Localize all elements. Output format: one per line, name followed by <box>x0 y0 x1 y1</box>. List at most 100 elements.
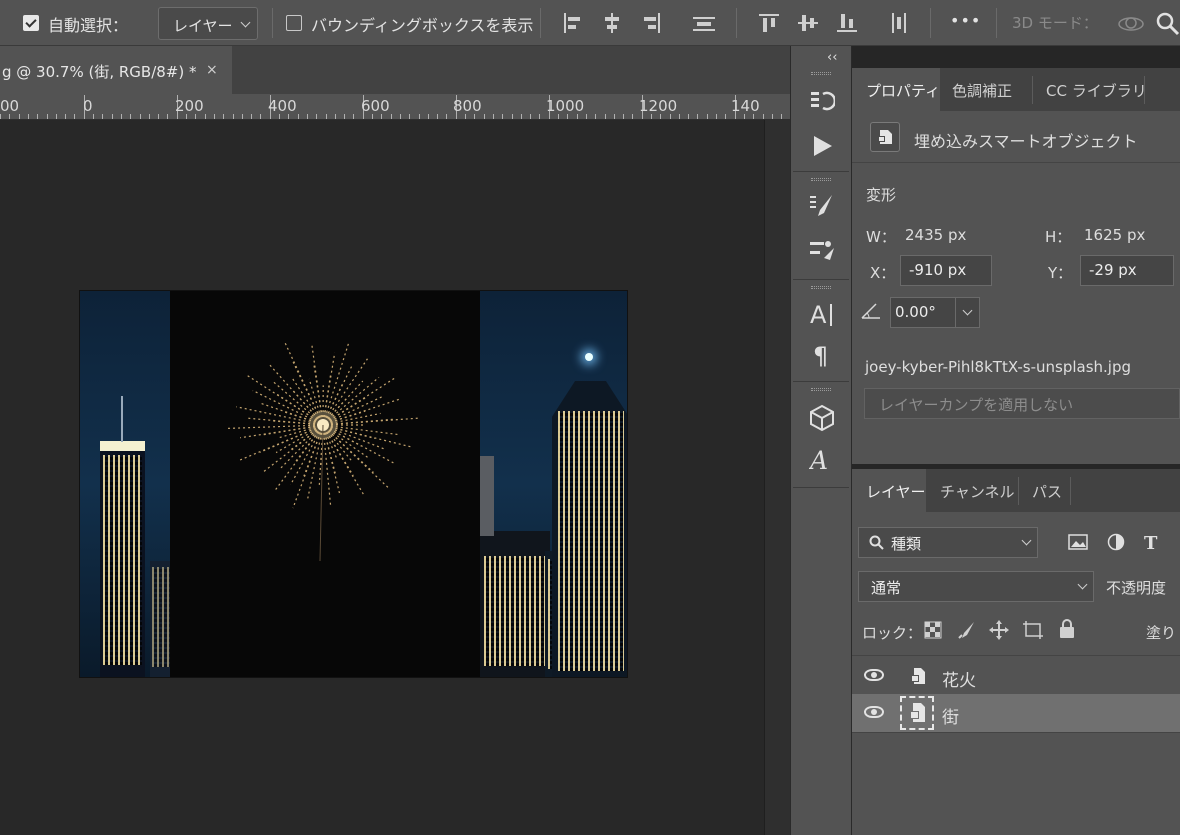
align-top-icon[interactable] <box>758 12 780 34</box>
brush-settings-icon[interactable] <box>808 192 836 220</box>
layer-filter-select[interactable]: 種類 <box>858 527 1038 558</box>
collapse-panels-button[interactable]: ‹‹ <box>827 50 837 65</box>
tab-properties[interactable]: プロパティ <box>852 68 940 111</box>
visibility-eye-icon[interactable] <box>864 669 884 681</box>
lock-image-pixels-icon[interactable] <box>956 620 976 640</box>
pixel-layer-filter-icon[interactable] <box>1068 533 1088 551</box>
ruler-label: 800 <box>453 97 482 115</box>
grip-handle[interactable] <box>811 178 831 181</box>
brush-presets-icon[interactable] <box>808 236 836 264</box>
document-image[interactable] <box>79 290 628 678</box>
h-value[interactable]: 1625 px <box>1084 226 1145 244</box>
lock-transparent-pixels-icon[interactable] <box>924 621 942 639</box>
ruler-tick <box>512 114 513 119</box>
ruler-tick <box>74 114 75 119</box>
ruler-tick <box>586 114 587 119</box>
fireworks-layer <box>170 291 480 677</box>
distribute-vertical-icon[interactable] <box>888 12 910 34</box>
ruler-tick <box>326 114 327 119</box>
blend-mode-select[interactable]: 通常 <box>858 571 1094 602</box>
layer-comp-select[interactable]: レイヤーカンプを適用しない <box>864 388 1180 419</box>
ruler-tick <box>437 114 438 119</box>
ruler-tick <box>697 114 698 119</box>
auto-select-checkbox[interactable] <box>23 15 39 31</box>
ruler-tick <box>391 114 392 119</box>
grip-handle[interactable] <box>811 286 831 289</box>
history-icon[interactable] <box>809 88 835 114</box>
grip-handle[interactable] <box>811 72 831 75</box>
lock-artboard-icon[interactable] <box>1022 620 1044 640</box>
ruler-tick <box>632 114 633 119</box>
angle-field[interactable]: 0.00° <box>890 297 980 328</box>
divider <box>996 8 997 38</box>
layers-tab-bar: レイヤー チャンネル パス <box>852 469 1180 512</box>
properties-panel: プロパティ 色調補正 CC ライブラリ 埋め込みスマートオブジェクト 変形 W：… <box>852 68 1180 464</box>
tower-crown-light <box>100 441 145 451</box>
ruler-label: 600 <box>361 97 390 115</box>
adjustment-layer-filter-icon[interactable] <box>1107 533 1125 551</box>
chevron-down-icon[interactable] <box>962 305 973 316</box>
ruler-tick <box>167 114 168 119</box>
character-panel-icon[interactable]: A <box>809 300 835 328</box>
paragraph-icon[interactable]: ¶ <box>811 342 833 368</box>
search-icon[interactable] <box>1154 10 1180 36</box>
ruler-tick <box>223 114 224 119</box>
ruler-tick <box>781 114 782 119</box>
vertical-scrollbar[interactable] <box>764 120 790 835</box>
document-tab[interactable]: g @ 30.7% (街, RGB/8#) * × <box>0 46 232 94</box>
close-icon[interactable]: × <box>206 62 218 78</box>
tab-channels[interactable]: チャンネル <box>940 469 1015 512</box>
tab-layers[interactable]: レイヤー <box>852 469 926 512</box>
x-label: X： <box>870 264 896 282</box>
visibility-eye-icon[interactable] <box>864 706 884 718</box>
ruler-tick <box>242 114 243 119</box>
y-position-field[interactable]: -29 px <box>1080 255 1174 286</box>
auto-select-target-select[interactable]: レイヤー <box>158 7 258 40</box>
w-value[interactable]: 2435 px <box>905 226 966 244</box>
horizontal-ruler[interactable]: 00 0 200 400 600 800 1000 1200 140 <box>0 94 790 120</box>
layer-row-fireworks[interactable]: 花火 <box>852 657 1180 695</box>
align-bottom-icon[interactable] <box>836 12 858 34</box>
ruler-tick <box>428 114 429 119</box>
grip-handle[interactable] <box>811 388 831 391</box>
align-left-icon[interactable] <box>562 12 584 34</box>
tab-adjustments[interactable]: 色調補正 <box>952 68 1012 111</box>
auto-select-label: 自動選択： <box>48 16 129 35</box>
smart-object-icon <box>911 668 925 684</box>
ruler-tick <box>140 114 141 119</box>
lock-label: ロック： <box>862 624 923 642</box>
ruler-tick <box>344 114 345 119</box>
ruler-label: 400 <box>268 97 297 115</box>
3d-orbit-icon[interactable] <box>1116 11 1146 35</box>
tab-paths[interactable]: パス <box>1032 469 1062 512</box>
tab-cc-libraries[interactable]: CC ライブラリ <box>1046 68 1147 111</box>
ruler-tick <box>707 114 708 119</box>
more-options-button[interactable]: ••• <box>950 11 981 30</box>
actions-play-icon[interactable] <box>811 134 835 158</box>
document-tab-title: g @ 30.7% (街, RGB/8#) * <box>2 63 197 81</box>
layer-row-city[interactable]: 街 <box>852 694 1180 732</box>
lock-position-icon[interactable] <box>988 619 1010 641</box>
type-layer-filter-icon[interactable]: T <box>1143 532 1161 552</box>
ruler-tick <box>251 114 252 119</box>
x-position-field[interactable]: -910 px <box>900 255 992 286</box>
ruler-tick <box>335 114 336 119</box>
align-middle-vertical-icon[interactable] <box>797 12 819 34</box>
align-right-icon[interactable] <box>640 12 662 34</box>
layer-name: 花火 <box>942 671 976 691</box>
lock-all-icon[interactable] <box>1058 619 1076 639</box>
show-bbox-checkbox[interactable] <box>286 15 302 31</box>
fill-label: 塗り <box>1146 624 1177 642</box>
document-tab-bar: g @ 30.7% (街, RGB/8#) * × <box>0 46 790 94</box>
glyphs-icon[interactable]: A <box>809 446 835 474</box>
ruler-tick <box>353 114 354 119</box>
3d-cube-icon[interactable] <box>809 404 835 432</box>
firework-burst-icon <box>225 342 419 562</box>
ruler-tick <box>112 114 113 119</box>
align-center-horizontal-icon[interactable] <box>601 12 623 34</box>
ruler-tick <box>316 114 317 119</box>
divider <box>1018 477 1019 505</box>
filter-kind-value: 種類 <box>891 535 922 553</box>
distribute-horizontal-icon[interactable] <box>692 12 716 34</box>
ruler-tick <box>409 114 410 119</box>
